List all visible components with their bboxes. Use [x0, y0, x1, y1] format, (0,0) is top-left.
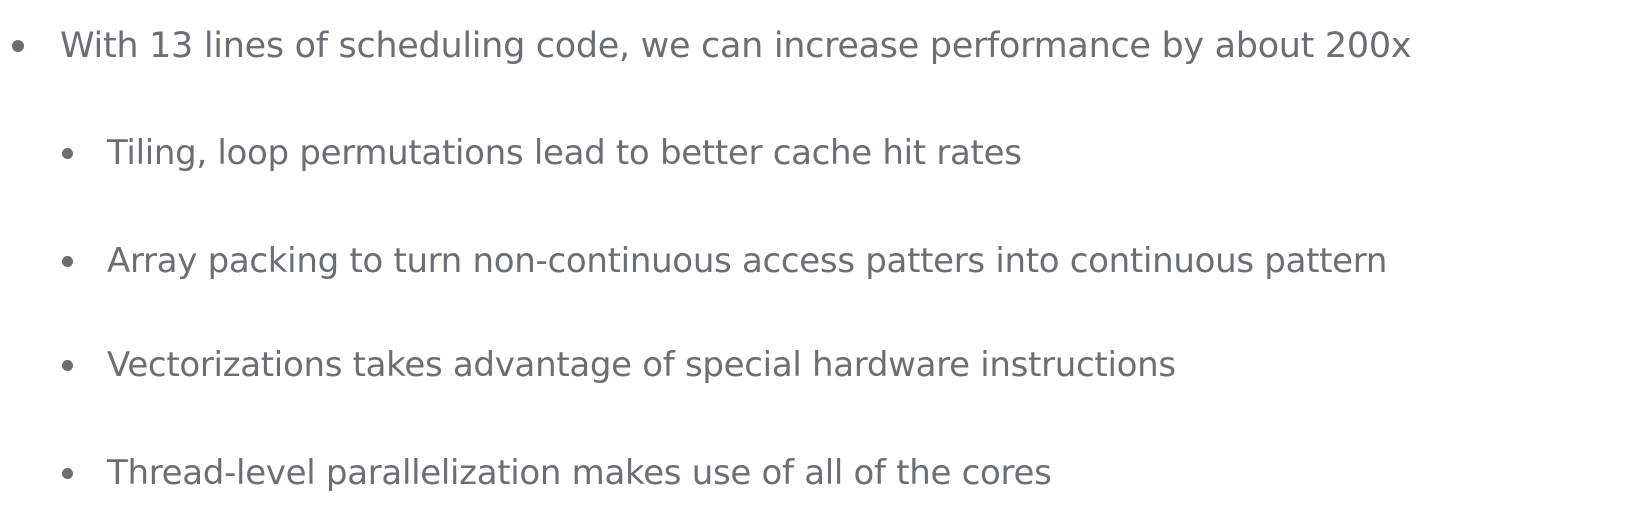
bullet-dot-icon [62, 255, 73, 267]
slide: With 13 lines of scheduling code, we can… [0, 0, 1638, 520]
bullet-dot-icon [62, 147, 73, 159]
sub-bullet-text: Vectorizations takes advantage of specia… [107, 345, 1176, 385]
sub-bullet-text: Tiling, loop permutations lead to better… [107, 133, 1022, 173]
bullet-dot-icon [62, 359, 73, 371]
bullet-dot-icon [12, 40, 24, 52]
main-bullet-item: With 13 lines of scheduling code, we can… [12, 20, 1412, 72]
sub-bullet-item: Array packing to turn non-continuous acc… [62, 236, 1387, 286]
sub-bullet-text: Array packing to turn non-continuous acc… [107, 241, 1388, 281]
sub-bullet-item: Thread-level parallelization makes use o… [62, 448, 1052, 498]
sub-bullet-item: Vectorizations takes advantage of specia… [62, 340, 1176, 390]
sub-bullet-text: Thread-level parallelization makes use o… [107, 453, 1052, 493]
main-bullet-text: With 13 lines of scheduling code, we can… [60, 26, 1412, 66]
sub-bullet-item: Tiling, loop permutations lead to better… [62, 128, 1022, 178]
bullet-dot-icon [62, 467, 73, 479]
